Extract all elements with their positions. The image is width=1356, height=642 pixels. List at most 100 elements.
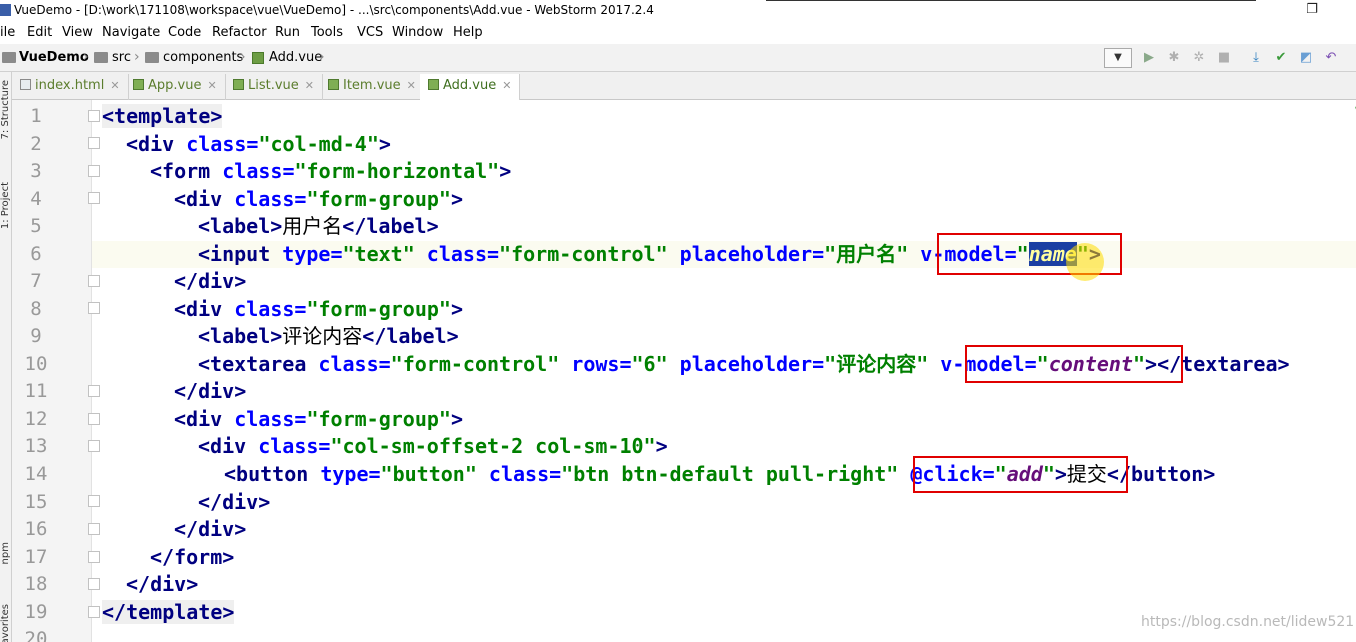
code-line: <div class="form-group"> <box>174 296 463 323</box>
restore-window-icon[interactable]: ❐ <box>1302 2 1322 18</box>
menu-tools[interactable]: Tools <box>311 25 343 40</box>
menu-edit[interactable]: Edit <box>27 25 52 40</box>
structure-tool-tab[interactable]: 7: Structure <box>0 80 12 139</box>
tab-label: Add.vue <box>443 78 497 93</box>
line-number: 4 <box>30 188 42 210</box>
fold-marker[interactable] <box>88 551 100 563</box>
code-line: </div> <box>174 268 246 295</box>
menu-run[interactable]: Run <box>275 25 300 40</box>
tab-add-vue[interactable]: Add.vue ✕ <box>420 74 521 100</box>
tag: <div <box>174 407 223 431</box>
label-text: 评论内容 <box>282 324 363 348</box>
vue-file-icon <box>233 79 244 90</box>
vue-file-icon <box>328 79 339 90</box>
vcs-update-icon[interactable]: ⤓ <box>1248 50 1264 66</box>
close-tab-icon[interactable]: ✕ <box>407 79 416 92</box>
vcs-revert-icon[interactable]: ↶ <box>1323 50 1339 66</box>
attr-name: class= <box>246 434 331 458</box>
menu-help[interactable]: Help <box>453 25 483 40</box>
html-file-icon <box>20 79 31 90</box>
menu-vcs[interactable]: VCS <box>357 25 383 40</box>
fold-marker[interactable] <box>88 523 100 535</box>
code-line: </template> <box>102 599 235 626</box>
code-line: <form class="form-horizontal"> <box>150 158 511 185</box>
fold-marker[interactable] <box>88 606 100 618</box>
tag: <button <box>224 462 309 486</box>
tag: <label> <box>198 214 283 238</box>
menu-window[interactable]: Window <box>392 25 443 40</box>
attr-name: rows= <box>559 352 632 376</box>
npm-tool-tab[interactable]: npm <box>0 542 12 564</box>
fold-marker[interactable] <box>88 192 100 204</box>
folder-icon <box>94 52 108 63</box>
attr-name: type= <box>308 462 381 486</box>
close-tab-icon[interactable]: ✕ <box>502 79 511 92</box>
attr-value: "form-control" <box>499 242 668 266</box>
debug-icon[interactable]: ✱ <box>1166 50 1182 66</box>
tab-label: App.vue <box>148 78 202 93</box>
run-icon[interactable]: ▶ <box>1141 50 1157 66</box>
breadcrumb-src[interactable]: src <box>112 50 131 65</box>
breadcrumb-separator: › <box>83 49 89 65</box>
fold-marker[interactable] <box>88 302 100 314</box>
tag: > <box>450 407 464 431</box>
fold-marker[interactable] <box>88 137 100 149</box>
line-number: 3 <box>30 160 42 182</box>
menu-code[interactable]: Code <box>168 25 201 40</box>
project-tool-tab[interactable]: 1: Project <box>0 182 12 229</box>
tag: <div <box>126 132 175 156</box>
tab-app-vue[interactable]: App.vue ✕ <box>125 74 226 100</box>
attr-value: "col-sm-offset-2 col-sm-10" <box>330 434 656 458</box>
fold-marker[interactable] <box>88 495 100 507</box>
line-number: 17 <box>24 546 48 568</box>
favorites-tool-tab[interactable]: Favorites <box>0 604 12 642</box>
tag: <div <box>174 297 223 321</box>
stop-icon[interactable]: ■ <box>1216 50 1232 66</box>
fold-marker[interactable] <box>88 110 100 122</box>
coverage-icon[interactable]: ✲ <box>1191 50 1207 66</box>
breadcrumb-project[interactable]: VueDemo <box>19 50 89 65</box>
line-number: 10 <box>24 353 48 375</box>
code-line: </form> <box>150 544 234 571</box>
tag: </div> <box>126 572 199 596</box>
folder-icon <box>145 52 159 63</box>
tab-list-vue[interactable]: List.vue ✕ <box>225 74 324 100</box>
close-tab-icon[interactable]: ✕ <box>207 79 216 92</box>
code-line: <div class="form-group"> <box>174 406 463 433</box>
menu-file[interactable]: ile <box>0 25 15 40</box>
close-tab-icon[interactable]: ✕ <box>305 79 314 92</box>
line-number: 16 <box>24 518 48 540</box>
attr-value: "text" <box>342 242 415 266</box>
tag: > <box>655 434 668 458</box>
line-number: 7 <box>30 270 42 292</box>
fold-marker[interactable] <box>88 275 100 287</box>
code-editor[interactable]: ✔ 1 2 3 4 5 6 7 8 9 10 11 12 13 14 15 16… <box>12 100 1356 642</box>
fold-marker[interactable] <box>88 578 100 590</box>
tag: <input <box>198 242 271 266</box>
vue-file-icon <box>428 79 439 90</box>
menu-refactor[interactable]: Refactor <box>212 25 267 40</box>
code-line: <div class="col-md-4"> <box>126 131 391 158</box>
attr-name: class= <box>222 297 307 321</box>
vcs-history-icon[interactable]: ◩ <box>1298 50 1314 66</box>
tag: </label> <box>342 214 439 238</box>
line-number: 1 <box>30 105 42 127</box>
attr-value: "form-group" <box>306 297 451 321</box>
line-number: 2 <box>30 133 42 155</box>
run-config-dropdown[interactable]: ▼ <box>1104 48 1132 68</box>
mouse-cursor-highlight <box>1066 243 1104 281</box>
vcs-commit-icon[interactable]: ✔ <box>1273 50 1289 66</box>
tab-item-vue[interactable]: Item.vue ✕ <box>320 74 425 100</box>
breadcrumb-components[interactable]: components <box>163 50 243 65</box>
menu-view[interactable]: View <box>62 25 93 40</box>
attr-name: class= <box>306 352 391 376</box>
breadcrumb-file[interactable]: Add.vue <box>269 50 322 65</box>
tab-index-html[interactable]: index.html ✕ <box>12 74 129 100</box>
close-tab-icon[interactable]: ✕ <box>110 79 119 92</box>
menu-navigate[interactable]: Navigate <box>102 25 160 40</box>
line-number: 8 <box>30 298 42 320</box>
fold-marker[interactable] <box>88 385 100 397</box>
fold-marker[interactable] <box>88 440 100 452</box>
fold-marker[interactable] <box>88 165 100 177</box>
fold-marker[interactable] <box>88 413 100 425</box>
